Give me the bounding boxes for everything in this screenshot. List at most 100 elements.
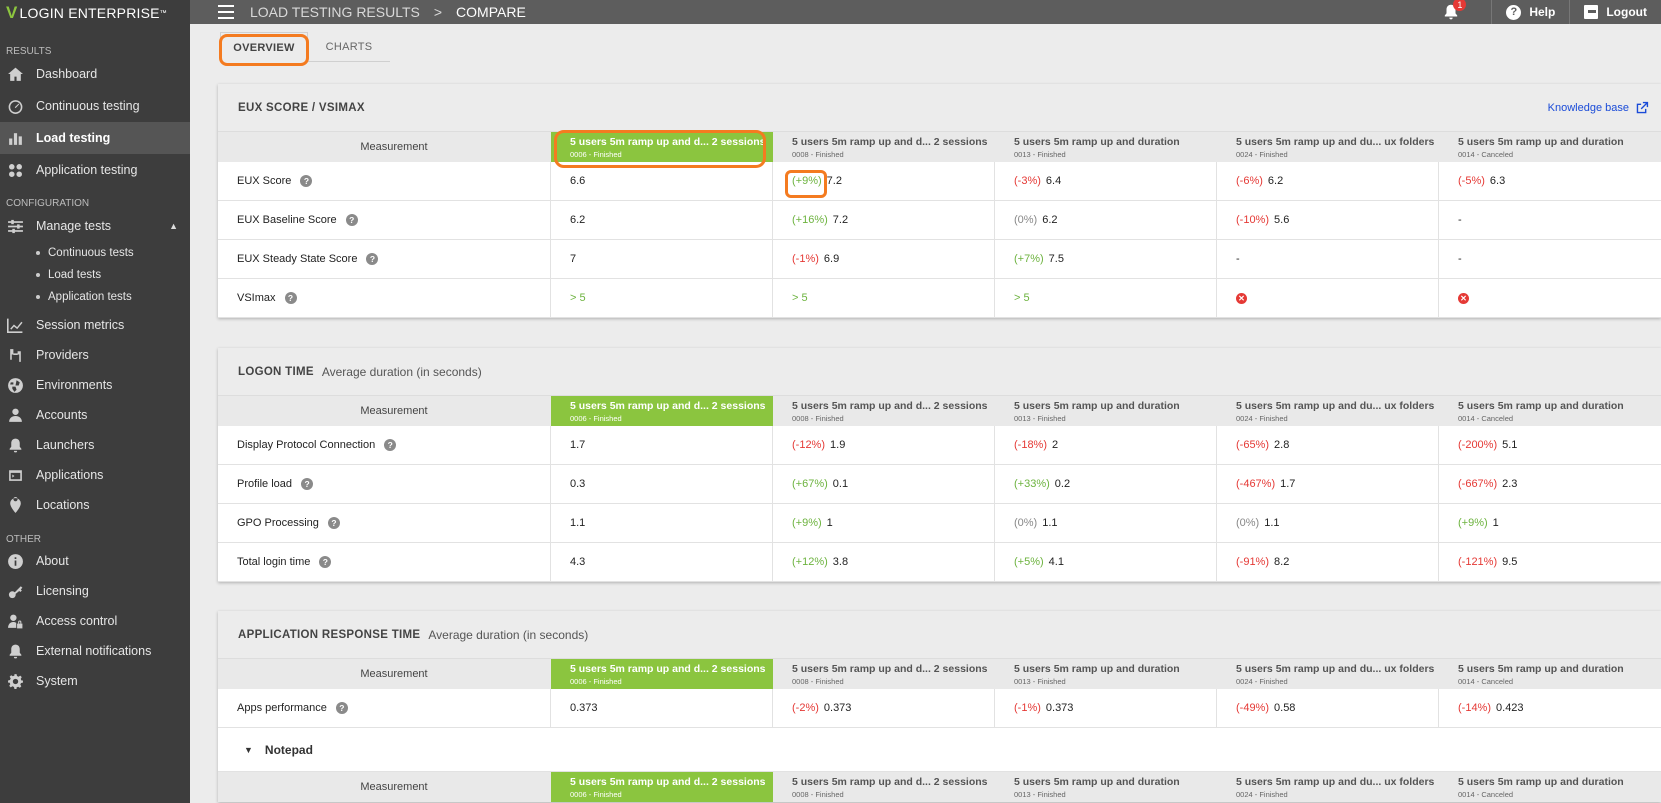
- column-status: 0008 - Finished: [792, 413, 844, 423]
- measurement-label: Display Protocol Connection: [237, 439, 376, 451]
- compare-column-header[interactable]: 5 users 5m ramp up and d... 2 sessions 00…: [773, 132, 995, 162]
- tab-bar: OVERVIEW CHARTS: [219, 32, 390, 66]
- baseline-column-header[interactable]: 5 users 5m ramp up and d... 2 sessions 00…: [551, 396, 773, 426]
- sidebar-item-environments[interactable]: Environments: [0, 370, 190, 400]
- compare-column-header[interactable]: 5 users 5m ramp up and d... 2 sessions 00…: [773, 396, 995, 426]
- measurement-header: Measurement: [360, 141, 428, 153]
- compare-value-cell: (-6%) 6.2: [1217, 162, 1439, 200]
- sidebar-item-application-testing[interactable]: Application testing: [0, 154, 190, 186]
- help-icon[interactable]: ?: [284, 292, 297, 304]
- launcher-icon: [6, 436, 24, 454]
- home-icon: [6, 65, 24, 83]
- sidebar-subitem-continuous-tests[interactable]: Continuous tests: [0, 242, 190, 264]
- help-icon[interactable]: ?: [335, 702, 348, 714]
- baseline-value-cell: 0.3: [551, 465, 773, 503]
- baseline-value-cell: 6.2: [551, 201, 773, 239]
- breadcrumb-load-testing-results[interactable]: LOAD TESTING RESULTS: [250, 4, 420, 20]
- help-icon[interactable]: ?: [319, 556, 332, 568]
- chevron-up-icon[interactable]: ▲: [169, 221, 178, 231]
- help-icon[interactable]: ?: [366, 253, 379, 265]
- sidebar-item-applications[interactable]: Applications: [0, 460, 190, 490]
- compare-value: 0.2: [1054, 478, 1071, 490]
- sidebar-item-load-testing[interactable]: Load testing: [0, 122, 190, 154]
- knowledge-base-link[interactable]: Knowledge base: [1548, 101, 1649, 115]
- table-row: Apps performance? 0.373 (-2%) 0.373 (-1%) 0.3…: [218, 689, 1661, 728]
- compare-value-cell: (+33%) 0.2: [995, 465, 1217, 503]
- tab-overview[interactable]: OVERVIEW: [219, 32, 309, 66]
- baseline-column-header[interactable]: 5 users 5m ramp up and d... 2 sessions 00…: [551, 130, 773, 168]
- compare-column-header[interactable]: 5 users 5m ramp up and du... ux folders 0…: [1217, 772, 1439, 802]
- sidebar-item-licensing[interactable]: Licensing: [0, 576, 190, 606]
- help-icon[interactable]: ?: [301, 478, 314, 490]
- table-row: EUX Baseline Score? 6.2 (+16%) 7.2 (0%) 6.2 (-…: [218, 201, 1661, 240]
- tab-charts[interactable]: CHARTS: [308, 32, 390, 62]
- compare-value: 1.1: [1042, 517, 1058, 529]
- sidebar-item-label: System: [36, 674, 78, 688]
- compare-value: 7.2: [826, 175, 842, 187]
- column-title: 5 users 5m ramp up and d... 2 sessions: [570, 399, 766, 412]
- sidebar-subitem-application-tests[interactable]: Application tests: [0, 286, 190, 308]
- compare-column-header[interactable]: 5 users 5m ramp up and duration 0014 - Ca…: [1439, 132, 1661, 162]
- compare-column-header[interactable]: 5 users 5m ramp up and du... ux folders 0…: [1217, 396, 1439, 426]
- baseline-value-cell: 7: [551, 240, 773, 278]
- help-icon[interactable]: ?: [345, 214, 358, 226]
- panel-header: APPLICATION RESPONSE TIME Average durati…: [218, 611, 1661, 659]
- sidebar-item-about[interactable]: About: [0, 546, 190, 576]
- sidebar-item-dashboard[interactable]: Dashboard: [0, 58, 190, 90]
- sidebar-item-access-control[interactable]: Access control: [0, 606, 190, 636]
- column-status: 0024 - Finished: [1236, 413, 1288, 423]
- compare-column-header[interactable]: 5 users 5m ramp up and d... 2 sessions 00…: [773, 659, 995, 689]
- compare-column-header[interactable]: 5 users 5m ramp up and du... ux folders 0…: [1217, 132, 1439, 162]
- sidebar-item-external-notifications[interactable]: External notifications: [0, 636, 190, 666]
- sidebar-subitem-load-tests[interactable]: Load tests: [0, 264, 190, 286]
- sidebar-item-system[interactable]: System: [0, 666, 190, 696]
- help-icon[interactable]: ?: [384, 439, 397, 451]
- logout-button[interactable]: Logout: [1569, 0, 1661, 24]
- delta-percent: (-91%): [1236, 556, 1270, 568]
- compare-value: 0.373: [823, 702, 852, 714]
- line-chart-icon: [6, 316, 24, 334]
- user-lock-icon: [6, 612, 24, 630]
- delta-percent: (+9%): [792, 517, 822, 529]
- help-button[interactable]: ? Help: [1491, 0, 1569, 24]
- help-icon[interactable]: ?: [327, 517, 340, 529]
- compare-value: 1.1: [1264, 517, 1280, 529]
- compare-column-header[interactable]: 5 users 5m ramp up and du... ux folders 0…: [1217, 659, 1439, 689]
- baseline-column-header[interactable]: 5 users 5m ramp up and d... 2 sessions 00…: [551, 772, 773, 802]
- error-icon: ✕: [1458, 292, 1469, 304]
- notifications-button[interactable]: 1: [1441, 0, 1467, 22]
- group-row-notepad[interactable]: ▼ Notepad: [218, 728, 1661, 772]
- sidebar-item-label: Providers: [36, 348, 89, 362]
- table-row: Display Protocol Connection? 1.7 (-12%) 1.9…: [218, 426, 1661, 465]
- measurement-label: EUX Score: [237, 175, 292, 187]
- sidebar-item-accounts[interactable]: Accounts: [0, 400, 190, 430]
- compare-column-header[interactable]: 5 users 5m ramp up and duration 0014 - Ca…: [1439, 396, 1661, 426]
- bullet-icon: [36, 295, 40, 299]
- compare-column-header[interactable]: 5 users 5m ramp up and duration 0013 - Fi…: [995, 132, 1217, 162]
- sidebar-item-session-metrics[interactable]: Session metrics: [0, 310, 190, 340]
- help-label: Help: [1529, 5, 1556, 19]
- compare-column-header[interactable]: 5 users 5m ramp up and duration 0013 - Fi…: [995, 396, 1217, 426]
- compare-value-cell: (+12%) 3.8: [773, 543, 995, 581]
- hamburger-menu-icon[interactable]: [218, 5, 234, 19]
- compare-value: 7.5: [1048, 253, 1064, 265]
- sidebar-item-locations[interactable]: Locations: [0, 490, 190, 520]
- baseline-value: 4.3: [570, 556, 586, 568]
- compare-column-header[interactable]: 5 users 5m ramp up and duration 0013 - Fi…: [995, 772, 1217, 802]
- delta-percent: (-5%): [1458, 175, 1485, 187]
- compare-column-header[interactable]: 5 users 5m ramp up and duration 0014 - Ca…: [1439, 659, 1661, 689]
- help-icon[interactable]: ?: [300, 175, 313, 187]
- sidebar-item-launchers[interactable]: Launchers: [0, 430, 190, 460]
- compare-column-header[interactable]: 5 users 5m ramp up and duration 0013 - Fi…: [995, 659, 1217, 689]
- brand-logo[interactable]: V LOGIN ENTERPRISE ™: [0, 0, 190, 26]
- delta-percent: (-18%): [1014, 439, 1048, 451]
- measurement-name-cell: Display Protocol Connection?: [218, 426, 551, 464]
- measurement-label: EUX Baseline Score: [237, 214, 337, 226]
- baseline-column-header[interactable]: 5 users 5m ramp up and d... 2 sessions 00…: [551, 659, 773, 689]
- compare-column-header[interactable]: 5 users 5m ramp up and duration 0014 - Ca…: [1439, 772, 1661, 802]
- sidebar-item-manage-tests[interactable]: Manage tests ▲: [0, 210, 190, 242]
- sidebar-item-providers[interactable]: Providers: [0, 340, 190, 370]
- sidebar-item-continuous-testing[interactable]: Continuous testing: [0, 90, 190, 122]
- compare-column-header[interactable]: 5 users 5m ramp up and d... 2 sessions 00…: [773, 772, 995, 802]
- compare-value: 2: [1052, 439, 1059, 451]
